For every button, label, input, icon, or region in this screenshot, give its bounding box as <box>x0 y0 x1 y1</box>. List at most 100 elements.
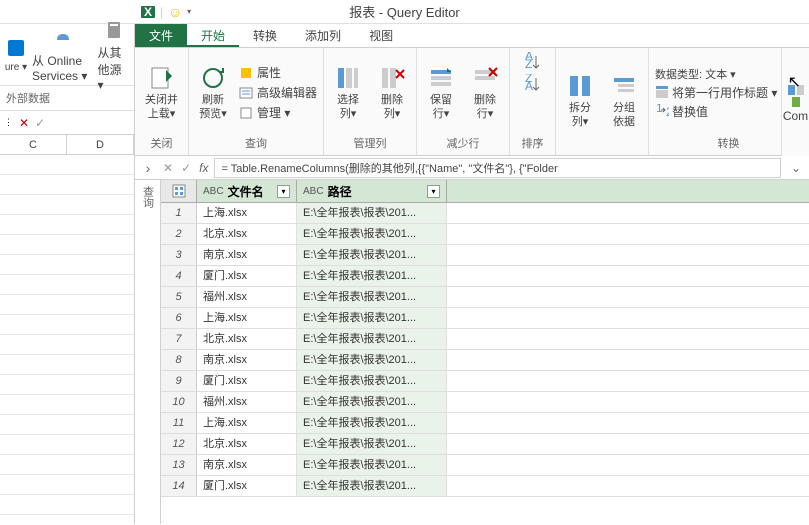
row-number[interactable]: 8 <box>161 350 197 370</box>
row-number[interactable]: 9 <box>161 371 197 391</box>
table-row[interactable]: 8 南京.xlsx E:\全年报表\报表\201... <box>161 350 809 371</box>
queries-side-label[interactable]: 查询 <box>140 186 156 208</box>
row-number[interactable]: 10 <box>161 392 197 412</box>
row-number[interactable]: 13 <box>161 455 197 475</box>
table-row[interactable]: 9 厦门.xlsx E:\全年报表\报表\201... <box>161 371 809 392</box>
cancel-formula-icon[interactable]: ✕ <box>163 161 173 175</box>
cell-filename[interactable]: 北京.xlsx <box>197 329 297 349</box>
column-header-path[interactable]: ABC 路径 ▾ <box>297 180 447 202</box>
table-row[interactable]: 13 南京.xlsx E:\全年报表\报表\201... <box>161 455 809 476</box>
table-row[interactable]: 5 福州.xlsx E:\全年报表\报表\201... <box>161 287 809 308</box>
remove-cols-button[interactable]: 删除 列▾ <box>374 62 410 122</box>
data-type-button[interactable]: 数据类型: 文本 ▾ <box>655 66 777 82</box>
table-row[interactable]: 12 北京.xlsx E:\全年报表\报表\201... <box>161 434 809 455</box>
check-icon[interactable]: ✓ <box>35 116 45 130</box>
group-by-button[interactable]: 分组 依据 <box>606 70 642 130</box>
choose-cols-button[interactable]: 选择 列▾ <box>330 62 366 122</box>
cell-filename[interactable]: 福州.xlsx <box>197 287 297 307</box>
cell-filename[interactable]: 厦门.xlsx <box>197 476 297 496</box>
properties-button[interactable]: 属性 <box>239 64 317 81</box>
grid-body[interactable]: 1 上海.xlsx E:\全年报表\报表\201...2 北京.xlsx E:\… <box>161 203 809 497</box>
accept-formula-icon[interactable]: ✓ <box>181 161 191 175</box>
online-services-button[interactable]: 从 Online Services ▾ <box>30 24 96 85</box>
table-row[interactable]: 2 北京.xlsx E:\全年报表\报表\201... <box>161 224 809 245</box>
azure-button[interactable]: ure ▾ <box>2 34 30 75</box>
row-number[interactable]: 5 <box>161 287 197 307</box>
refresh-preview-button[interactable]: 刷新 预览▾ <box>195 62 231 122</box>
cell-path[interactable]: E:\全年报表\报表\201... <box>297 245 447 265</box>
row-number[interactable]: 7 <box>161 329 197 349</box>
cell-path[interactable]: E:\全年报表\报表\201... <box>297 476 447 496</box>
tab-view[interactable]: 视图 <box>355 24 407 47</box>
cell-path[interactable]: E:\全年报表\报表\201... <box>297 413 447 433</box>
advanced-editor-button[interactable]: 高级编辑器 <box>239 84 317 101</box>
row-number[interactable]: 12 <box>161 434 197 454</box>
row-number[interactable]: 4 <box>161 266 197 286</box>
dropdown-icon[interactable]: ⋮ <box>4 117 13 128</box>
row-number[interactable]: 14 <box>161 476 197 496</box>
qat-dropdown-icon[interactable]: ▾ <box>187 7 191 16</box>
close-load-button[interactable]: 关闭并 上载▾ <box>141 62 182 122</box>
cell-filename[interactable]: 南京.xlsx <box>197 455 297 475</box>
cell-filename[interactable]: 福州.xlsx <box>197 392 297 412</box>
row-number[interactable]: 1 <box>161 203 197 223</box>
tab-add-column[interactable]: 添加列 <box>291 24 355 47</box>
cell-filename[interactable]: 上海.xlsx <box>197 203 297 223</box>
column-header-filename[interactable]: ABC 文件名 ▾ <box>197 180 297 202</box>
filter-icon[interactable]: ▾ <box>427 185 440 198</box>
data-grid[interactable]: ABC 文件名 ▾ ABC 路径 ▾ 1 上海.xlsx E:\全年报表\报表\… <box>161 180 809 524</box>
cell-path[interactable]: E:\全年报表\报表\201... <box>297 224 447 244</box>
table-row[interactable]: 6 上海.xlsx E:\全年报表\报表\201... <box>161 308 809 329</box>
table-row[interactable]: 3 南京.xlsx E:\全年报表\报表\201... <box>161 245 809 266</box>
manage-button[interactable]: 管理 ▾ <box>239 104 317 121</box>
row-number[interactable]: 11 <box>161 413 197 433</box>
sort-desc-button[interactable]: ZA <box>523 74 543 94</box>
cell-filename[interactable]: 南京.xlsx <box>197 245 297 265</box>
cell-path[interactable]: E:\全年报表\报表\201... <box>297 434 447 454</box>
row-number[interactable]: 3 <box>161 245 197 265</box>
cell-path[interactable]: E:\全年报表\报表\201... <box>297 287 447 307</box>
formula-dropdown-icon[interactable]: ⌄ <box>787 161 805 175</box>
cell-filename[interactable]: 北京.xlsx <box>197 434 297 454</box>
table-row[interactable]: 1 上海.xlsx E:\全年报表\报表\201... <box>161 203 809 224</box>
remove-rows-button[interactable]: 删除 行▾ <box>467 62 503 122</box>
filter-icon[interactable]: ▾ <box>277 185 290 198</box>
table-row[interactable]: 10 福州.xlsx E:\全年报表\报表\201... <box>161 392 809 413</box>
cell-filename[interactable]: 上海.xlsx <box>197 413 297 433</box>
cell-path[interactable]: E:\全年报表\报表\201... <box>297 308 447 328</box>
column-d[interactable]: D <box>67 135 134 154</box>
cell-path[interactable]: E:\全年报表\报表\201... <box>297 203 447 223</box>
column-c[interactable]: C <box>0 135 67 154</box>
other-sources-button[interactable]: 从其他源 ▾ <box>96 16 132 94</box>
formula-input[interactable] <box>214 158 780 178</box>
cell-filename[interactable]: 厦门.xlsx <box>197 266 297 286</box>
select-all-cell[interactable] <box>161 180 197 202</box>
tab-file[interactable]: 文件 <box>135 24 187 47</box>
row-number[interactable]: 2 <box>161 224 197 244</box>
table-row[interactable]: 7 北京.xlsx E:\全年报表\报表\201... <box>161 329 809 350</box>
cell-path[interactable]: E:\全年报表\报表\201... <box>297 371 447 391</box>
cell-filename[interactable]: 上海.xlsx <box>197 308 297 328</box>
cell-filename[interactable]: 北京.xlsx <box>197 224 297 244</box>
cell-path[interactable]: E:\全年报表\报表\201... <box>297 392 447 412</box>
use-first-row-button[interactable]: 将第一行用作标题 ▾ <box>655 84 777 101</box>
table-row[interactable]: 4 厦门.xlsx E:\全年报表\报表\201... <box>161 266 809 287</box>
table-row[interactable]: 11 上海.xlsx E:\全年报表\报表\201... <box>161 413 809 434</box>
cell-filename[interactable]: 南京.xlsx <box>197 350 297 370</box>
split-col-button[interactable]: 拆分 列▾ <box>562 70 598 130</box>
table-row[interactable]: 14 厦门.xlsx E:\全年报表\报表\201... <box>161 476 809 497</box>
cell-path[interactable]: E:\全年报表\报表\201... <box>297 350 447 370</box>
keep-rows-button[interactable]: 保留 行▾ <box>423 62 459 122</box>
replace-values-button[interactable]: 12 替换值 <box>655 103 777 120</box>
smiley-icon[interactable]: ☺ <box>167 4 183 20</box>
cell-path[interactable]: E:\全年报表\报表\201... <box>297 266 447 286</box>
sort-asc-button[interactable]: AZ <box>523 52 543 72</box>
cell-filename[interactable]: 厦门.xlsx <box>197 371 297 391</box>
tab-home[interactable]: 开始 <box>187 24 239 47</box>
cell-path[interactable]: E:\全年报表\报表\201... <box>297 329 447 349</box>
cell-path[interactable]: E:\全年报表\报表\201... <box>297 455 447 475</box>
fx-label[interactable]: fx <box>199 161 208 175</box>
cancel-icon[interactable]: ✕ <box>19 116 29 130</box>
tab-transform[interactable]: 转换 <box>239 24 291 47</box>
left-grid-rows[interactable] <box>0 155 134 525</box>
